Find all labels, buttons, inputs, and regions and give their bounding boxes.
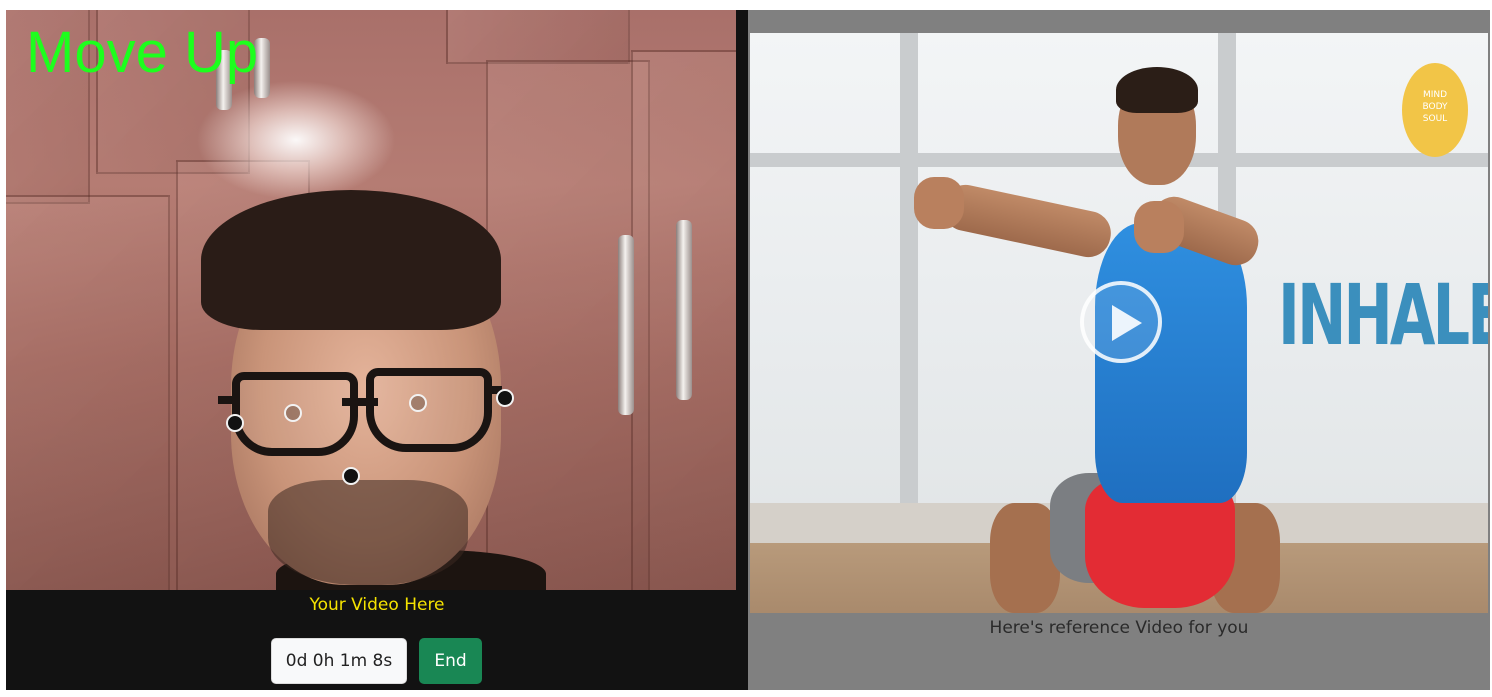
pose-feedback-text: Move Up [26, 20, 259, 85]
breathing-cue-text: INHALE [1278, 266, 1488, 364]
cabinet-door [6, 195, 170, 590]
glasses-bridge [342, 398, 378, 406]
cabinet-door [446, 10, 630, 64]
glasses-arm [218, 396, 236, 404]
person-beard [268, 480, 468, 585]
webcam-panel: Move Up Your Video Here 0d 0h 1m 8s End [6, 10, 748, 690]
reference-video[interactable]: MIND BODY SOUL INHALE [750, 33, 1488, 613]
trainer-tank-top [1095, 223, 1247, 503]
trainer-fist [1134, 201, 1184, 253]
play-triangle [1112, 305, 1142, 341]
keypoint-nose [342, 467, 360, 485]
person-hair [201, 190, 501, 330]
logo-line: BODY [1422, 102, 1448, 112]
keypoint-left-eye [284, 404, 302, 422]
play-icon[interactable] [1080, 281, 1162, 363]
keypoint-right-ear [496, 389, 514, 407]
window-frame [900, 33, 918, 533]
logo-line: SOUL [1422, 114, 1448, 124]
trainer-fist [914, 177, 964, 229]
cabinet-handle [618, 235, 634, 415]
mind-body-soul-logo: MIND BODY SOUL [1402, 63, 1468, 157]
end-button[interactable]: End [419, 638, 482, 684]
reference-panel: MIND BODY SOUL INHALE Here's reference V… [748, 10, 1490, 690]
logo-line: MIND [1422, 90, 1448, 100]
trainer-hair [1116, 67, 1198, 113]
page: Move Up Your Video Here 0d 0h 1m 8s End … [0, 0, 1492, 697]
cabinet-handle [676, 220, 692, 400]
webcam-caption: Your Video Here [309, 595, 445, 615]
glasses-right-lens [366, 368, 492, 452]
keypoint-right-eye [409, 394, 427, 412]
webcam-video: Move Up [6, 10, 736, 590]
reference-caption: Here's reference Video for you [989, 618, 1249, 638]
session-timer[interactable]: 0d 0h 1m 8s [271, 638, 407, 684]
window-frame [750, 153, 1488, 167]
trainer-arm [939, 180, 1115, 262]
session-controls: 0d 0h 1m 8s End [271, 638, 482, 684]
keypoint-left-ear [226, 414, 244, 432]
